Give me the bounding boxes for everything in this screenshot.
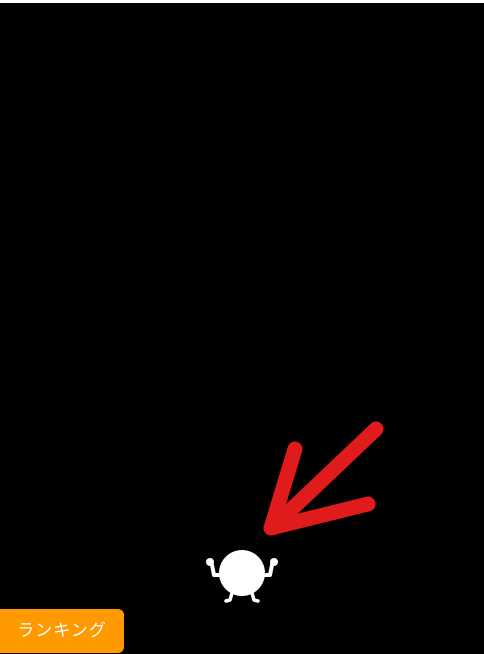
game-canvas[interactable]: ランキング bbox=[0, 3, 484, 654]
round-creature-icon[interactable] bbox=[200, 541, 284, 607]
ranking-button[interactable]: ランキング bbox=[0, 609, 124, 653]
